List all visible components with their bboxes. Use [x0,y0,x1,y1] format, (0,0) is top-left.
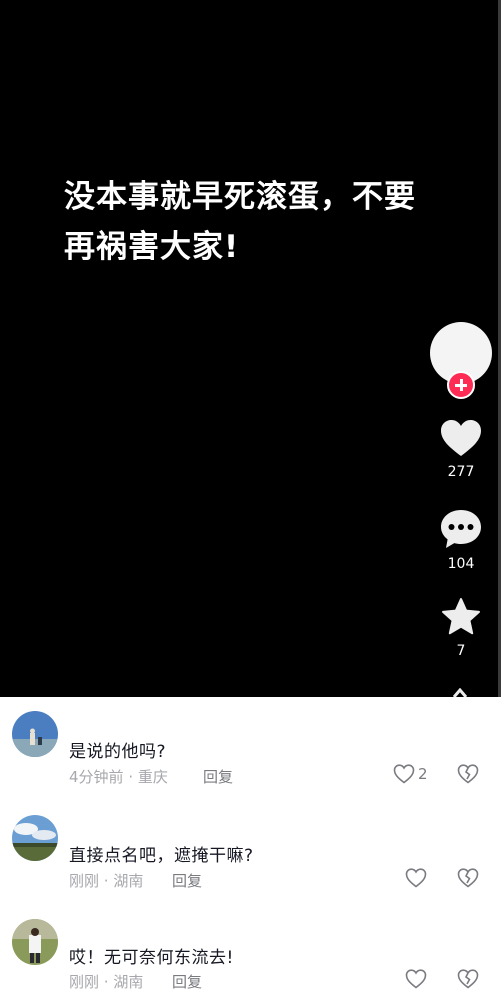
comment-like-count: 2 [418,765,428,783]
reply-button[interactable]: 回复 [172,971,202,992]
share-icon[interactable] [452,688,468,697]
favorite-count: 7 [456,643,466,659]
video-caption: 没本事就早死滚蛋，不要 再祸害大家! [64,172,444,272]
follow-button[interactable] [447,371,475,399]
star-icon [442,598,480,635]
comment-meta: 4分钟前 · 重庆 [69,766,168,787]
comment-meta: 刚刚 · 湖南 [69,971,143,992]
comment-time: 刚刚 [69,973,100,991]
comment-text: 哎！无可奈何东流去! [69,948,234,968]
comment-location: 湖南 [113,872,144,890]
speech-bubble-icon [441,510,481,548]
comment-like-button[interactable]: 2 [393,764,428,784]
comment-item: 是说的他吗? 4分钟前 · 重庆 回复 2 [0,697,501,797]
avatar[interactable] [12,919,58,965]
avatar[interactable] [12,815,58,861]
comment-item: 直接点名吧，遮掩干嘛? 刚刚 · 湖南 回复 [0,801,501,901]
meta-separator: · [99,872,114,890]
comment-time: 刚刚 [69,872,100,890]
comment-text: 是说的他吗? [69,742,167,762]
comment-like-button[interactable] [405,969,427,989]
broken-heart-icon[interactable] [457,868,479,888]
heart-icon [441,420,481,456]
comment-button[interactable]: 104 [430,508,492,572]
reply-button[interactable]: 回复 [172,870,202,891]
caption-line-1: 没本事就早死滚蛋，不要 [64,179,416,215]
comment-meta: 刚刚 · 湖南 [69,870,143,891]
comment-count: 104 [447,556,475,572]
author-avatar-group[interactable] [430,322,492,402]
meta-separator: · [99,973,114,991]
heart-outline-icon [393,764,415,784]
comment-text: 直接点名吧，遮掩干嘛? [69,846,254,866]
heart-outline-icon [405,969,427,989]
comment-location: 湖南 [113,973,144,991]
caption-line-2: 再祸害大家! [64,229,240,265]
comment-list: 是说的他吗? 4分钟前 · 重庆 回复 2 直接点名吧，遮掩干嘛? 刚刚 · 湖… [0,697,501,1007]
video-player[interactable]: 没本事就早死滚蛋，不要 再祸害大家! 277 104 7 [0,0,501,697]
broken-heart-icon[interactable] [457,764,479,784]
comment-item: 哎！无可奈何东流去! 刚刚 · 湖南 回复 [0,905,501,1005]
reply-button[interactable]: 回复 [203,766,233,787]
favorite-button[interactable]: 7 [430,597,492,659]
comment-location: 重庆 [137,768,168,786]
comment-like-button[interactable] [405,868,427,888]
avatar[interactable] [12,711,58,757]
meta-separator: · [123,768,138,786]
broken-heart-icon[interactable] [457,969,479,989]
comment-time: 4分钟前 [69,768,124,786]
heart-outline-icon [405,868,427,888]
like-count: 277 [447,464,475,480]
like-button[interactable]: 277 [430,418,492,480]
